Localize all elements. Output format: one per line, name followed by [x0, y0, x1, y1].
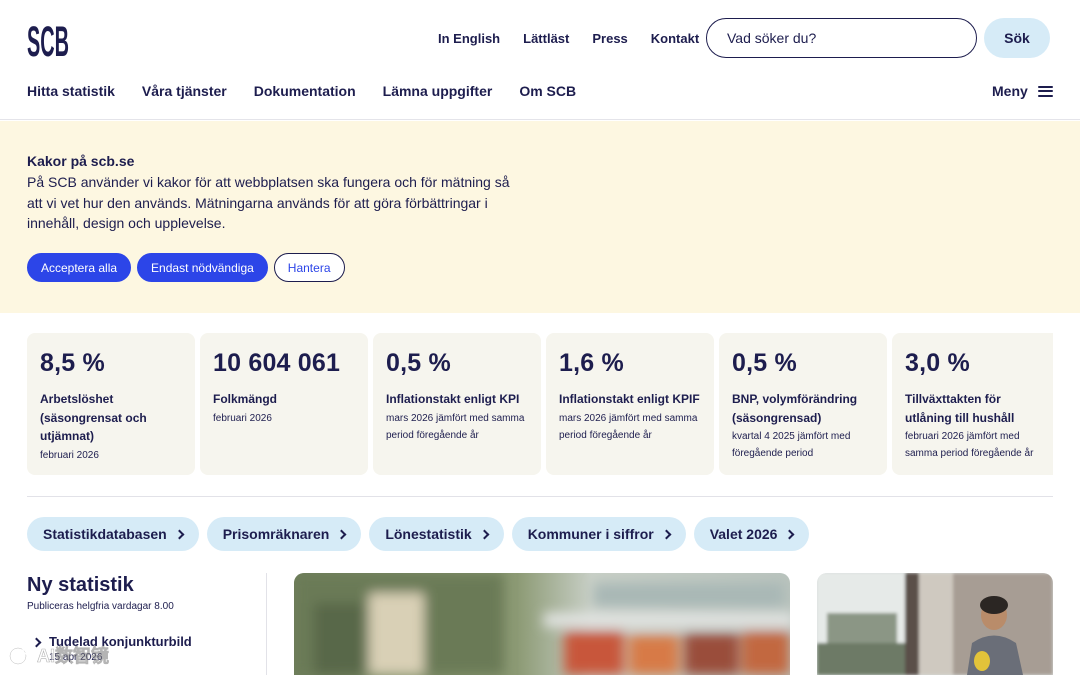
stat-card-kpi[interactable]: 0,5 % Inflationstakt enligt KPI mars 202… [373, 333, 541, 475]
link-in-english[interactable]: In English [438, 31, 500, 46]
quick-link-statistikdatabasen[interactable]: Statistikdatabasen [27, 517, 199, 551]
menu-label: Meny [992, 83, 1028, 99]
cookie-title: Kakor på scb.se [27, 153, 135, 169]
key-figures: 8,5 % Arbetslöshet (säsongrensat och utj… [27, 333, 1053, 475]
link-lattlast[interactable]: Lättläst [523, 31, 569, 46]
stat-label: Folkmängd [213, 392, 278, 406]
person-window-photo[interactable] [817, 573, 1053, 675]
stat-period: kvartal 4 2025 jämfört med föregående pe… [732, 431, 851, 459]
scb-logo[interactable]: SCB [27, 16, 69, 62]
search-box [706, 18, 977, 58]
chevron-right-icon [479, 529, 490, 539]
stat-value: 0,5 % [732, 349, 797, 377]
news-heading: Ny statistik [27, 574, 134, 596]
stat-value: 1,6 % [559, 349, 624, 377]
link-press[interactable]: Press [592, 31, 627, 46]
stat-label: Tillväxttakten för utlåning till hushåll [905, 392, 1015, 425]
watermark: AI数智镜 [8, 642, 148, 668]
quick-link-valet[interactable]: Valet 2026 [693, 517, 810, 551]
quick-link-label: Kommuner i siffror [527, 526, 654, 542]
nav-om-scb[interactable]: Om SCB [519, 83, 576, 99]
stat-card-bnp[interactable]: 0,5 % BNP, volymförändring (säsongrensad… [719, 333, 887, 475]
utility-links: In English Lättläst Press Kontakt [438, 31, 699, 46]
cookie-text: På SCB använder vi kakor för att webbpla… [27, 174, 510, 231]
column-divider [266, 573, 267, 675]
stat-label: BNP, volymförändring (säsongrensad) [732, 392, 858, 425]
stat-period: februari 2026 jämfört med samma period f… [905, 431, 1034, 459]
link-kontakt[interactable]: Kontakt [651, 31, 699, 46]
cookie-buttons: Acceptera alla Endast nödvändiga Hantera [27, 253, 345, 282]
quick-link-label: Prisomräknaren [222, 526, 330, 542]
nav-dokumentation[interactable]: Dokumentation [254, 83, 356, 99]
nav-vara-tjanster[interactable]: Våra tjänster [142, 83, 227, 99]
stat-period: februari 2026 [213, 412, 272, 424]
stat-period: februari 2026 [40, 449, 99, 461]
stat-period: mars 2026 jämfört med samma period föreg… [386, 412, 525, 441]
search-button[interactable]: Sök [984, 18, 1050, 58]
watermark-text: AI数智镜 [37, 646, 110, 667]
menu-button[interactable]: Meny [992, 83, 1053, 99]
quick-links: Statistikdatabasen Prisomräknaren Lönest… [27, 517, 810, 551]
site-header: SCB In English Lättläst Press Kontakt Sö… [0, 0, 1080, 120]
quick-link-prisomraknaren[interactable]: Prisomräknaren [206, 517, 362, 551]
accept-all-button[interactable]: Acceptera alla [27, 253, 132, 282]
stat-card-kpif[interactable]: 1,6 % Inflationstakt enligt KPIF mars 20… [546, 333, 714, 475]
stat-label: Inflationstakt enligt KPIF [559, 392, 700, 406]
search-input[interactable] [707, 19, 976, 57]
watermark-logo-icon [9, 645, 32, 665]
stat-value: 3,0 % [905, 349, 970, 377]
svg-text:SCB: SCB [27, 18, 69, 62]
chevron-right-icon [784, 529, 795, 539]
stat-card-folkmangd[interactable]: 10 604 061 Folkmängd februari 2026 [200, 333, 368, 475]
stat-card-utlaning[interactable]: 3,0 % Tillväxttakten för utlåning till h… [892, 333, 1053, 475]
stat-value: 10 604 061 [213, 349, 341, 377]
grocery-photo[interactable] [294, 573, 790, 675]
quick-link-label: Valet 2026 [709, 526, 778, 542]
chevron-right-icon [661, 529, 672, 539]
manage-cookies-button[interactable]: Hantera [273, 253, 345, 282]
main-nav: Hitta statistik Våra tjänster Dokumentat… [27, 83, 576, 99]
nav-lamna-uppgifter[interactable]: Lämna uppgifter [383, 83, 493, 99]
stat-label: Inflationstakt enligt KPI [386, 392, 520, 406]
stat-label: Arbetslöshet (säsongrensat och utjämnat) [40, 392, 147, 443]
news-subheading: Publiceras helgfria vardagar 8.00 [27, 601, 174, 612]
stat-value: 0,5 % [386, 349, 451, 377]
quick-link-lonestatistik[interactable]: Lönestatistik [369, 517, 504, 551]
cookie-banner: Kakor på scb.se På SCB använder vi kakor… [0, 121, 1080, 313]
chevron-right-icon [336, 529, 347, 539]
quick-link-label: Lönestatistik [385, 526, 472, 542]
necessary-only-button[interactable]: Endast nödvändiga [137, 253, 268, 282]
hamburger-icon [1037, 85, 1053, 97]
chevron-right-icon [174, 529, 185, 539]
stat-card-arbetsloshet[interactable]: 8,5 % Arbetslöshet (säsongrensat och utj… [27, 333, 195, 475]
quick-link-kommuner[interactable]: Kommuner i siffror [511, 517, 686, 551]
stat-value: 8,5 % [40, 349, 105, 377]
nav-hitta-statistik[interactable]: Hitta statistik [27, 83, 115, 99]
section-divider [27, 496, 1053, 497]
stat-period: mars 2026 jämfört med samma period föreg… [559, 412, 698, 441]
quick-link-label: Statistikdatabasen [43, 526, 167, 542]
